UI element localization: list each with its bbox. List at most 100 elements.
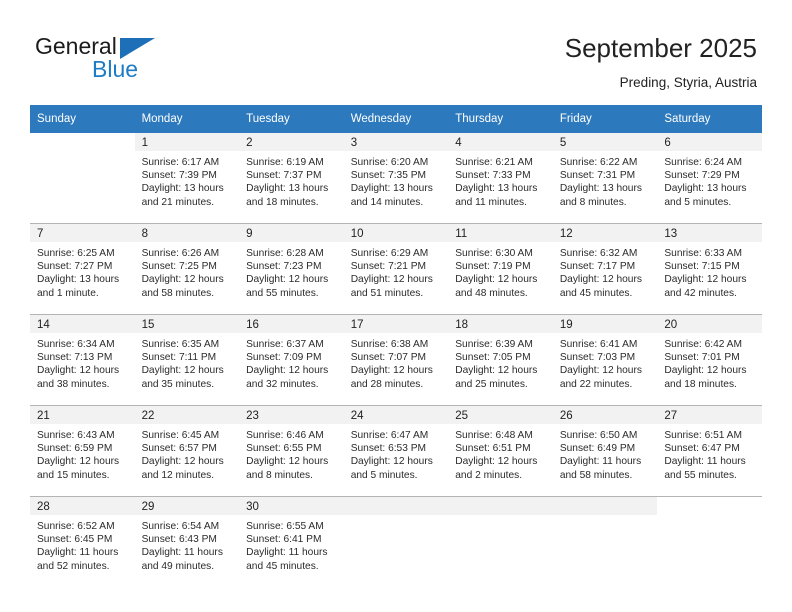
sunrise-text: Sunrise: 6:54 AM: [141, 521, 220, 532]
sunset-text: Sunset: 6:49 PM: [559, 443, 636, 455]
calendar-day-cell[interactable]: 12 Sunrise: 6:32 AM Sunset: 7:17 PM Dayligh…: [552, 223, 658, 315]
calendar-day-cell[interactable]: 27 Sunrise: 6:51 AM Sunset: 6:47 PM Dayligh…: [657, 405, 762, 497]
calendar-day-cell[interactable]: 25 Sunrise: 6:48 AM Sunset: 6:51 PM Dayligh…: [448, 405, 553, 497]
calendar-day-cell[interactable]: 9 Sunrise: 6:28 AM Sunset: 7:23 PM Daylight…: [239, 223, 344, 315]
day-number: [552, 497, 658, 515]
calendar-day-cell[interactable]: 28 Sunrise: 6:52 AM Sunset: 6:45 PM Dayligh…: [30, 496, 135, 587]
calendar-day-cell[interactable]: 19 Sunrise: 6:41 AM Sunset: 7:03 PM Dayligh…: [552, 314, 658, 406]
sunset-text: Sunset: 7:05 PM: [455, 352, 531, 364]
weekday-header-sunday: Sunday: [30, 105, 135, 133]
day-details: Sunrise: 6:26 AM Sunset: 7:25 PM Daylight:…: [135, 242, 240, 300]
daylight-text-line1: Daylight: 13 hours: [246, 183, 329, 195]
calendar-day-cell[interactable]: 4 Sunrise: 6:21 AM Sunset: 7:33 PM Daylight…: [448, 133, 553, 224]
daylight-text-line2: and 11 minutes.: [455, 196, 527, 208]
day-number: 21: [30, 406, 135, 424]
day-cell-inner: [343, 497, 449, 587]
daylight-text-line1: Daylight: 13 hours: [664, 183, 747, 195]
day-cell-inner: 15 Sunrise: 6:35 AM Sunset: 7:11 PM Dayligh…: [134, 315, 240, 405]
day-number: 4: [448, 133, 553, 151]
day-number: 14: [30, 315, 135, 333]
calendar-day-cell[interactable]: 15 Sunrise: 6:35 AM Sunset: 7:11 PM Dayligh…: [134, 314, 240, 406]
daylight-text-line1: Daylight: 13 hours: [350, 183, 433, 195]
daylight-text-line1: Daylight: 12 hours: [664, 274, 747, 286]
calendar-day-cell[interactable]: 3 Sunrise: 6:20 AM Sunset: 7:35 PM Daylight…: [343, 133, 449, 224]
calendar-day-cell[interactable]: 7 Sunrise: 6:25 AM Sunset: 7:27 PM Daylight…: [30, 223, 135, 315]
day-cell-inner: 7 Sunrise: 6:25 AM Sunset: 7:27 PM Daylight…: [30, 224, 135, 314]
calendar-day-cell[interactable]: 21 Sunrise: 6:43 AM Sunset: 6:59 PM Dayligh…: [30, 405, 135, 497]
day-cell-inner: 9 Sunrise: 6:28 AM Sunset: 7:23 PM Daylight…: [239, 224, 344, 314]
calendar-week-row: 1 Sunrise: 6:17 AM Sunset: 7:39 PM Daylight…: [30, 133, 762, 224]
day-details: Sunrise: 6:19 AM Sunset: 7:37 PM Daylight:…: [239, 151, 344, 209]
day-number: 1: [134, 133, 240, 151]
sunrise-text: Sunrise: 6:19 AM: [246, 157, 324, 168]
generalblue-logo[interactable]: General Blue: [35, 33, 215, 85]
sunset-text: Sunset: 6:55 PM: [246, 443, 322, 455]
calendar-day-cell[interactable]: 6 Sunrise: 6:24 AM Sunset: 7:29 PM Daylight…: [657, 133, 762, 224]
calendar-day-cell[interactable]: 17 Sunrise: 6:38 AM Sunset: 7:07 PM Dayligh…: [343, 314, 449, 406]
daylight-text-line1: Daylight: 12 hours: [141, 274, 224, 286]
day-details: Sunrise: 6:35 AM Sunset: 7:11 PM Daylight:…: [135, 333, 240, 391]
calendar-day-cell[interactable]: 29 Sunrise: 6:54 AM Sunset: 6:43 PM Dayligh…: [134, 496, 240, 587]
daylight-text-line2: and 28 minutes.: [350, 378, 424, 390]
calendar-day-cell[interactable]: 20 Sunrise: 6:42 AM Sunset: 7:01 PM Dayligh…: [657, 314, 762, 406]
calendar-day-cell[interactable]: 23 Sunrise: 6:46 AM Sunset: 6:55 PM Dayligh…: [239, 405, 344, 497]
sunset-text: Sunset: 7:21 PM: [350, 261, 427, 273]
sunset-text: Sunset: 7:39 PM: [141, 170, 217, 182]
calendar-empty-cell: [657, 496, 762, 587]
sunrise-text: Sunrise: 6:34 AM: [37, 339, 115, 350]
calendar-day-cell[interactable]: 5 Sunrise: 6:22 AM Sunset: 7:31 PM Daylight…: [552, 133, 658, 224]
day-details: [344, 515, 449, 520]
calendar-day-cell[interactable]: 18 Sunrise: 6:39 AM Sunset: 7:05 PM Dayligh…: [448, 314, 553, 406]
sunrise-text: Sunrise: 6:51 AM: [664, 430, 742, 441]
calendar-day-cell[interactable]: 30 Sunrise: 6:55 AM Sunset: 6:41 PM Dayligh…: [239, 496, 344, 587]
daylight-text-line2: and 51 minutes.: [350, 287, 424, 299]
calendar-day-cell[interactable]: 13 Sunrise: 6:33 AM Sunset: 7:15 PM Dayligh…: [657, 223, 762, 315]
day-details: [553, 515, 658, 520]
calendar-day-cell[interactable]: 14 Sunrise: 6:34 AM Sunset: 7:13 PM Dayligh…: [30, 314, 135, 406]
calendar-day-cell[interactable]: 26 Sunrise: 6:50 AM Sunset: 6:49 PM Dayligh…: [552, 405, 658, 497]
daylight-text-line1: Daylight: 11 hours: [141, 547, 223, 559]
day-details: Sunrise: 6:41 AM Sunset: 7:03 PM Daylight:…: [553, 333, 658, 391]
daylight-text-line1: Daylight: 13 hours: [559, 183, 642, 195]
sunset-text: Sunset: 7:19 PM: [455, 261, 531, 273]
day-number: 9: [239, 224, 344, 242]
daylight-text-line1: Daylight: 12 hours: [664, 365, 747, 377]
calendar-day-cell[interactable]: 24 Sunrise: 6:47 AM Sunset: 6:53 PM Dayligh…: [343, 405, 449, 497]
daylight-text-line2: and 14 minutes.: [350, 196, 424, 208]
daylight-text-line2: and 18 minutes.: [246, 196, 319, 208]
calendar-empty-cell: [552, 496, 658, 587]
weekday-header-thursday: Thursday: [448, 105, 553, 133]
daylight-text-line2: and 42 minutes.: [664, 287, 737, 299]
calendar-day-cell[interactable]: 22 Sunrise: 6:45 AM Sunset: 6:57 PM Dayligh…: [134, 405, 240, 497]
day-details: Sunrise: 6:30 AM Sunset: 7:19 PM Daylight:…: [448, 242, 553, 300]
day-number: 25: [448, 406, 553, 424]
sunset-text: Sunset: 7:17 PM: [559, 261, 636, 273]
day-details: Sunrise: 6:54 AM Sunset: 6:43 PM Daylight:…: [135, 515, 240, 573]
calendar-day-cell[interactable]: 8 Sunrise: 6:26 AM Sunset: 7:25 PM Daylight…: [134, 223, 240, 315]
daylight-text-line2: and 32 minutes.: [246, 378, 319, 390]
calendar-day-cell[interactable]: 16 Sunrise: 6:37 AM Sunset: 7:09 PM Dayligh…: [239, 314, 344, 406]
sunrise-text: Sunrise: 6:17 AM: [141, 157, 220, 168]
calendar-day-cell[interactable]: 10 Sunrise: 6:29 AM Sunset: 7:21 PM Dayligh…: [343, 223, 449, 315]
sunset-text: Sunset: 6:47 PM: [664, 443, 740, 455]
calendar-day-cell[interactable]: 1 Sunrise: 6:17 AM Sunset: 7:39 PM Daylight…: [134, 133, 240, 224]
day-details: Sunrise: 6:22 AM Sunset: 7:31 PM Daylight:…: [553, 151, 658, 209]
sunrise-text: Sunrise: 6:32 AM: [559, 248, 638, 259]
calendar-table: Sunday Monday Tuesday Wednesday Thursday…: [30, 105, 762, 587]
daylight-text-line2: and 48 minutes.: [455, 287, 528, 299]
sunrise-text: Sunrise: 6:48 AM: [455, 430, 533, 441]
calendar-day-cell[interactable]: 11 Sunrise: 6:30 AM Sunset: 7:19 PM Dayligh…: [448, 223, 553, 315]
daylight-text-line1: Daylight: 13 hours: [141, 183, 224, 195]
sunset-text: Sunset: 7:13 PM: [37, 352, 113, 364]
daylight-text-line2: and 58 minutes.: [141, 287, 215, 299]
day-number: [448, 497, 553, 515]
sunrise-text: Sunrise: 6:37 AM: [246, 339, 324, 350]
day-cell-inner: 3 Sunrise: 6:20 AM Sunset: 7:35 PM Daylight…: [343, 133, 449, 223]
daylight-text-line1: Daylight: 11 hours: [559, 456, 642, 468]
calendar-day-cell[interactable]: 2 Sunrise: 6:19 AM Sunset: 7:37 PM Daylight…: [239, 133, 344, 224]
day-details: Sunrise: 6:21 AM Sunset: 7:33 PM Daylight:…: [448, 151, 553, 209]
day-number: 6: [657, 133, 762, 151]
day-cell-inner: 26 Sunrise: 6:50 AM Sunset: 6:49 PM Dayligh…: [552, 406, 658, 496]
day-cell-inner: [448, 497, 553, 587]
weekday-header-tuesday: Tuesday: [239, 105, 344, 133]
